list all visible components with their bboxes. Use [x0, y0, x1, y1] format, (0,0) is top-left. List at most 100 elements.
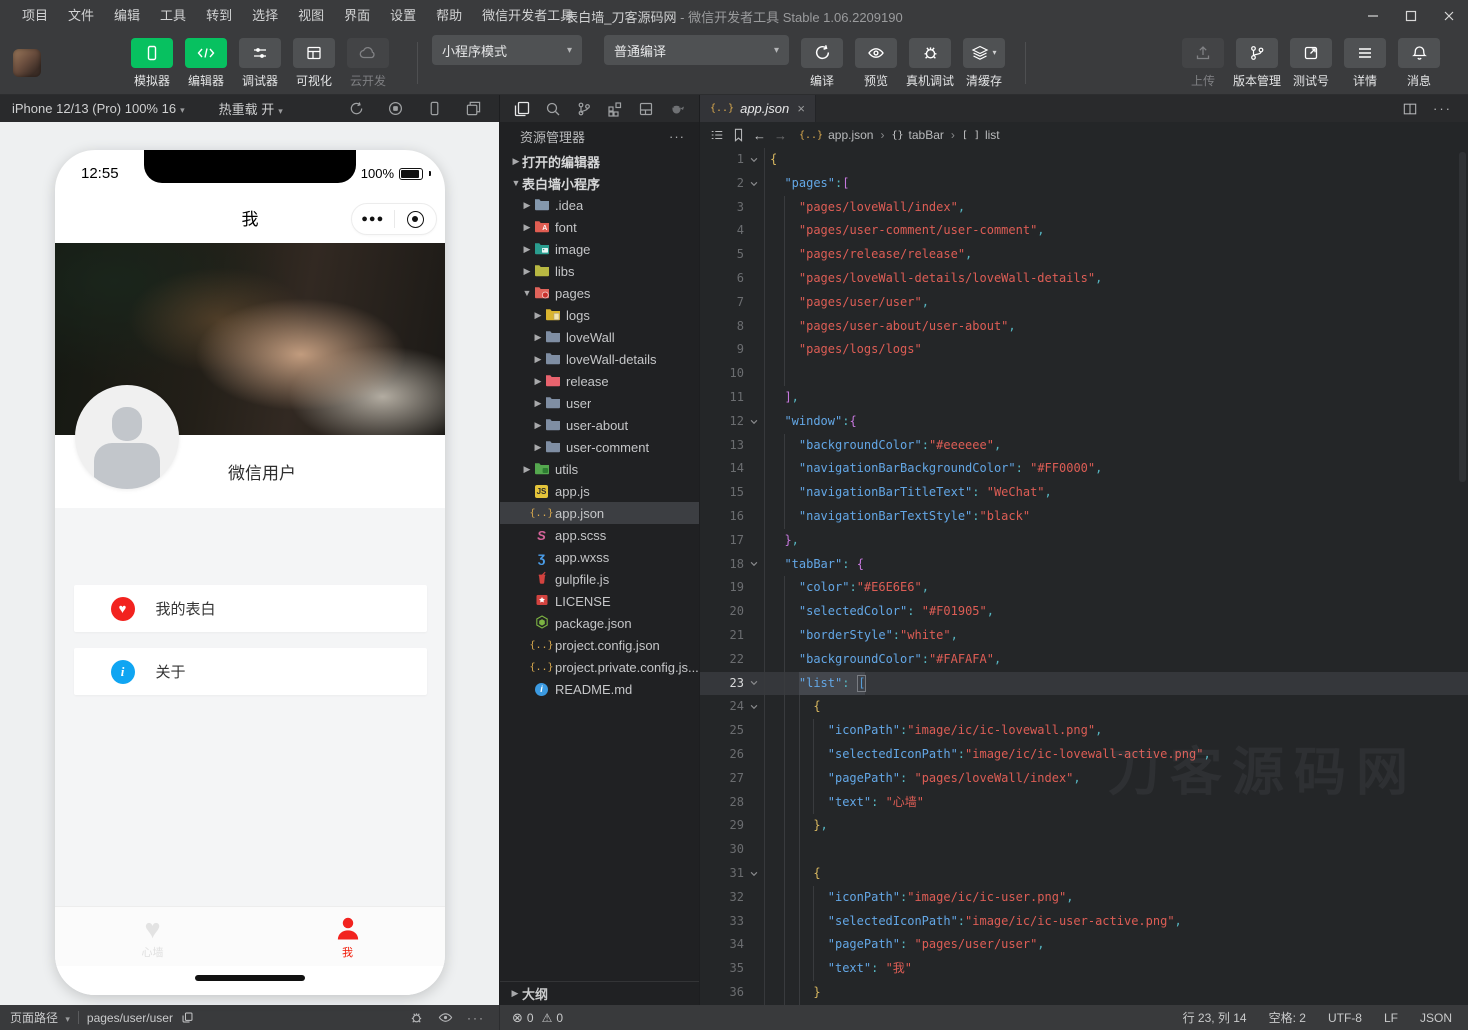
menu-item[interactable]: 界面 — [334, 0, 380, 32]
more-menu-icon[interactable]: ●●● — [352, 213, 394, 225]
debug-icon[interactable] — [409, 1010, 424, 1025]
tree-item-user-comment[interactable]: ▶user-comment — [500, 436, 699, 458]
code-line-9[interactable]: 9"pages/logs/logs" — [700, 338, 1468, 362]
menu-item[interactable]: 工具 — [150, 0, 196, 32]
code-area[interactable]: 1{2"pages":[3"pages/loveWall/index",4"pa… — [700, 148, 1468, 1005]
code-line-1[interactable]: 1{ — [700, 148, 1468, 172]
device-selector[interactable]: iPhone 12/13 (Pro) 100% 16▾ — [12, 101, 185, 116]
maximize-button[interactable] — [1392, 0, 1430, 32]
menu-item[interactable]: 文件 — [58, 0, 104, 32]
tree-item-[interactable]: ▶打开的编辑器 — [500, 150, 699, 172]
code-line-26[interactable]: 26"selectedIconPath":"image/ic/ic-lovewa… — [700, 743, 1468, 767]
tree-item-utils[interactable]: ▶utils — [500, 458, 699, 480]
copy-icon[interactable] — [181, 1011, 194, 1024]
bookmark-icon[interactable] — [732, 128, 745, 142]
code-line-32[interactable]: 32"iconPath":"image/ic/ic-user.png", — [700, 886, 1468, 910]
menu-item[interactable]: 视图 — [288, 0, 334, 32]
code-line-35[interactable]: 35"text": "我" — [700, 957, 1468, 981]
editor-scrollbar[interactable] — [1459, 152, 1466, 482]
navigate-back-icon[interactable]: ← — [753, 128, 766, 143]
code-line-18[interactable]: 18"tabBar": { — [700, 553, 1468, 577]
code-line-34[interactable]: 34"pagePath": "pages/user/user", — [700, 933, 1468, 957]
code-line-12[interactable]: 12"window":{ — [700, 410, 1468, 434]
tree-item-pages[interactable]: ▼pages — [500, 282, 699, 304]
toolbar-button[interactable]: 详情 — [1339, 38, 1391, 89]
more-actions-icon[interactable]: ··· — [1433, 101, 1452, 116]
navigate-forward-icon[interactable]: → — [774, 128, 787, 143]
toolbar-button[interactable]: 可视化 — [288, 38, 340, 89]
language-mode[interactable]: JSON — [1420, 1011, 1452, 1025]
toolbar-button[interactable]: 模拟器 — [126, 38, 178, 89]
breadcrumb-item-app.json[interactable]: {..}app.json — [799, 128, 873, 142]
tree-item-project.private.config.js...[interactable]: {..}project.private.config.js... — [500, 656, 699, 678]
tree-item-image[interactable]: ▶image — [500, 238, 699, 260]
eye-icon[interactable] — [438, 1010, 453, 1025]
tab-heart-wall[interactable]: ♥ 心墙 — [55, 907, 250, 966]
tab-close-icon[interactable]: × — [797, 101, 805, 116]
close-button[interactable] — [1430, 0, 1468, 32]
about-item[interactable]: i 关于 — [74, 648, 427, 695]
code-line-5[interactable]: 5"pages/release/release", — [700, 243, 1468, 267]
storage-icon[interactable] — [638, 101, 654, 117]
tree-item-release[interactable]: ▶release — [500, 370, 699, 392]
code-line-20[interactable]: 20"selectedColor": "#F01905", — [700, 600, 1468, 624]
code-line-7[interactable]: 7"pages/user/user", — [700, 291, 1468, 315]
minimize-button[interactable] — [1354, 0, 1392, 32]
fold-chevron-icon[interactable] — [744, 172, 764, 196]
code-line-22[interactable]: 22"backgroundColor":"#FAFAFA", — [700, 648, 1468, 672]
problems-indicator[interactable]: ⊗ 0 ⚠ 0 — [500, 1010, 563, 1026]
code-line-6[interactable]: 6"pages/loveWall-details/loveWall-detail… — [700, 267, 1468, 291]
user-avatar[interactable] — [13, 49, 41, 77]
toolbar-button[interactable]: 真机调试 — [904, 38, 956, 89]
fold-chevron-icon[interactable] — [744, 672, 764, 696]
menu-item[interactable]: 编辑 — [104, 0, 150, 32]
files-icon[interactable] — [514, 101, 530, 117]
menu-item[interactable]: 帮助 — [426, 0, 472, 32]
code-line-24[interactable]: 24{ — [700, 695, 1468, 719]
code-line-14[interactable]: 14"navigationBarBackgroundColor": "#FF00… — [700, 457, 1468, 481]
code-line-23[interactable]: 23"list": [ — [700, 672, 1468, 696]
toolbar-button[interactable]: 编辑器 — [180, 38, 232, 89]
toolbar-button[interactable]: 云开发 — [342, 38, 394, 89]
device-frame-icon[interactable] — [427, 101, 442, 116]
menu-item[interactable]: 设置 — [380, 0, 426, 32]
fold-chevron-icon[interactable] — [744, 862, 764, 886]
tree-item-app.js[interactable]: JSapp.js — [500, 480, 699, 502]
tree-item-app.scss[interactable]: Sapp.scss — [500, 524, 699, 546]
fold-chevron-icon[interactable] — [744, 553, 764, 577]
menu-item[interactable]: 项目 — [12, 0, 58, 32]
code-line-4[interactable]: 4"pages/user-comment/user-comment", — [700, 219, 1468, 243]
menu-item[interactable]: 微信开发者工具 — [472, 0, 583, 32]
search-icon[interactable] — [545, 101, 561, 117]
tree-item-font[interactable]: ▶Afont — [500, 216, 699, 238]
exit-miniprogram-icon[interactable] — [395, 211, 437, 228]
tree-item-user-about[interactable]: ▶user-about — [500, 414, 699, 436]
code-line-10[interactable]: 10 — [700, 362, 1468, 386]
tree-item-loveWall-details[interactable]: ▶loveWall-details — [500, 348, 699, 370]
teapot-icon[interactable] — [669, 101, 686, 116]
menu-item[interactable]: 选择 — [242, 0, 288, 32]
code-line-28[interactable]: 28"text": "心墙" — [700, 791, 1468, 815]
code-line-29[interactable]: 29}, — [700, 814, 1468, 838]
encoding[interactable]: UTF-8 — [1328, 1011, 1362, 1025]
compile-mode-select[interactable]: 普通编译 ▾ — [604, 35, 789, 65]
code-line-3[interactable]: 3"pages/loveWall/index", — [700, 196, 1468, 220]
code-line-30[interactable]: 30 — [700, 838, 1468, 862]
tree-item-project.config.json[interactable]: {..}project.config.json — [500, 634, 699, 656]
code-line-17[interactable]: 17}, — [700, 529, 1468, 553]
multi-window-icon[interactable] — [466, 101, 481, 116]
mode-select[interactable]: 小程序模式 ▾ — [432, 35, 582, 65]
code-line-16[interactable]: 16"navigationBarTextStyle":"black" — [700, 505, 1468, 529]
code-line-33[interactable]: 33"selectedIconPath":"image/ic/ic-user-a… — [700, 910, 1468, 934]
indent-setting[interactable]: 空格: 2 — [1269, 1009, 1306, 1026]
tree-item-package.json[interactable]: package.json — [500, 612, 699, 634]
toolbar-button[interactable]: ▾清缓存 — [958, 38, 1010, 89]
outline-list-icon[interactable] — [710, 128, 724, 142]
code-line-25[interactable]: 25"iconPath":"image/ic/ic-lovewall.png", — [700, 719, 1468, 743]
tree-item-.idea[interactable]: ▶.idea — [500, 194, 699, 216]
eol-setting[interactable]: LF — [1384, 1011, 1398, 1025]
refresh-icon[interactable] — [349, 101, 364, 116]
tree-item-user[interactable]: ▶user — [500, 392, 699, 414]
tree-item-README.md[interactable]: iREADME.md — [500, 678, 699, 700]
toolbar-button[interactable]: 消息 — [1393, 38, 1445, 89]
